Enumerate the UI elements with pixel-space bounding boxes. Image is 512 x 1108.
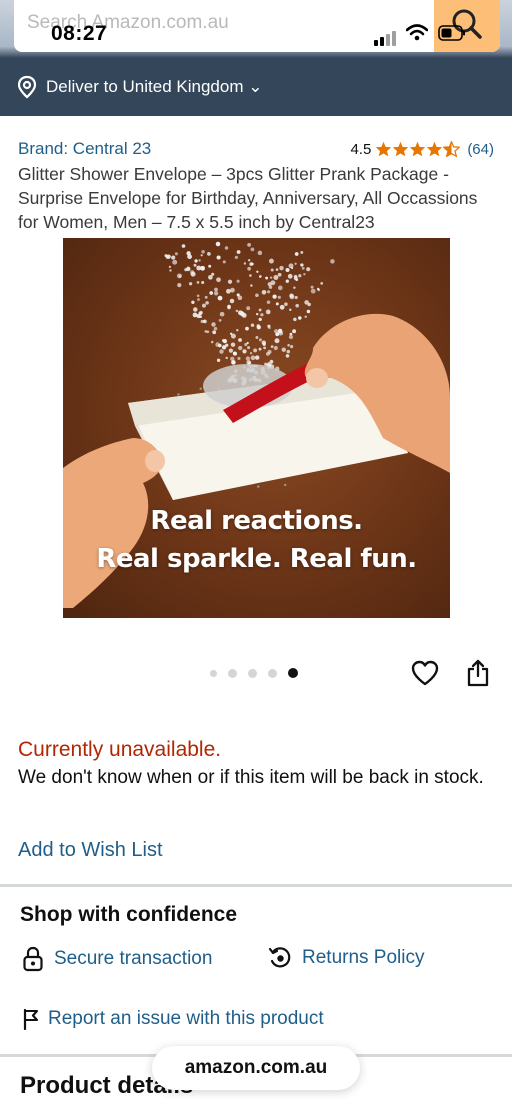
report-issue-link[interactable]: Report an issue with this product (22, 1008, 324, 1030)
shop-with-confidence-heading: Shop with confidence (20, 903, 238, 926)
returns-policy-link[interactable]: Returns Policy (268, 946, 425, 970)
header: Search Amazon.com.au 08:27 Deliver to Un… (0, 0, 512, 116)
pagination-dot-active[interactable] (288, 668, 298, 678)
pagination-dot[interactable] (210, 669, 217, 677)
report-issue-label: Report an issue with this product (48, 1008, 324, 1029)
add-to-wish-list-link[interactable]: Add to Wish List (18, 839, 163, 862)
share-icon (466, 659, 490, 692)
cellular-signal-icon (374, 30, 396, 46)
secure-transaction-label: Secure transaction (54, 948, 213, 969)
rating-count[interactable]: (64) (467, 141, 494, 158)
status-time: 08:27 (51, 22, 108, 45)
divider (0, 884, 512, 887)
star-icon (410, 141, 426, 157)
share-button[interactable] (463, 659, 493, 692)
lock-icon (22, 946, 44, 972)
rating-value: 4.5 (350, 140, 372, 158)
deliver-to-bar[interactable]: Deliver to United Kingdom ⌄ (0, 58, 512, 116)
wifi-icon (405, 24, 429, 46)
star-icon (427, 141, 443, 157)
browser-url: amazon.com.au (184, 1057, 328, 1078)
location-pin-icon (16, 75, 38, 99)
image-pagination[interactable] (210, 668, 298, 678)
star-icon (376, 141, 392, 157)
flag-icon (22, 1008, 40, 1030)
pagination-dot[interactable] (228, 668, 237, 678)
deliver-to-label: Deliver to United Kingdom ⌄ (46, 77, 263, 96)
image-caption-line1: Real reactions. (150, 506, 363, 536)
availability-note: We don't know when or if this item will … (18, 767, 484, 788)
half-star-icon (443, 141, 461, 157)
brand-rating-row: Brand: Central 23 4.5 (64) (18, 139, 494, 159)
heart-icon (411, 660, 439, 691)
product-image[interactable]: Real reactions. Real sparkle. Real fun. (63, 238, 450, 618)
browser-url-pill[interactable]: amazon.com.au (152, 1046, 360, 1090)
availability-status: Currently unavailable. (18, 738, 222, 761)
wishlist-heart-button[interactable] (410, 660, 440, 690)
star-icon (393, 141, 409, 157)
returns-policy-label: Returns Policy (302, 947, 425, 968)
rating-stars (375, 141, 461, 157)
battery-icon (438, 25, 466, 46)
secure-transaction-link[interactable]: Secure transaction (22, 946, 212, 972)
product-title: Glitter Shower Envelope – 3pcs Glitter P… (18, 164, 478, 232)
pagination-dot[interactable] (248, 668, 257, 678)
pagination-dot[interactable] (268, 668, 277, 678)
rating[interactable]: 4.5 (64) (350, 141, 494, 158)
returns-icon (268, 946, 292, 970)
brand-link[interactable]: Brand: Central 23 (18, 139, 151, 159)
image-caption-line2: Real sparkle. Real fun. (96, 544, 417, 574)
status-icons (374, 24, 466, 46)
